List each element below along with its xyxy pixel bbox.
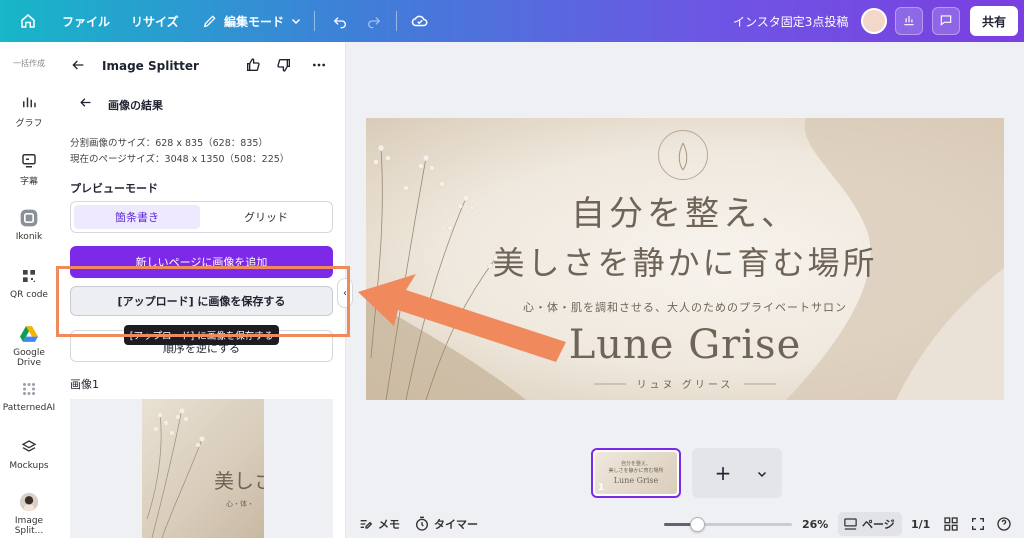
notes-icon	[358, 516, 374, 535]
undo-icon[interactable]	[328, 9, 352, 33]
page-number: 1	[598, 483, 605, 493]
comment-icon	[939, 12, 953, 31]
rail-bulk-create[interactable]: 一括作成	[0, 58, 58, 69]
rail-item-qr-code[interactable]: QR code	[0, 266, 58, 300]
chevron-down-icon[interactable]	[756, 465, 768, 484]
design-headline-1: 自分を整え、	[571, 194, 799, 234]
chevron-down-icon[interactable]	[284, 9, 308, 33]
rail-item-image-splitter[interactable]: Image Split...	[0, 492, 58, 536]
rail-item-mockups[interactable]: Mockups	[0, 437, 58, 471]
thumbs-down-icon[interactable]	[276, 57, 292, 77]
user-avatar[interactable]	[861, 8, 887, 34]
rail-item-label: Image Split...	[14, 516, 44, 536]
page-size-text: 現在のページサイズ：3048 x 1350（508：225）	[70, 154, 290, 165]
edit-mode-menu[interactable]: 編集モード	[224, 0, 284, 42]
rail-item-label: Mockups	[9, 461, 49, 471]
preview-text: 美しさ	[214, 469, 264, 493]
rail-item-label: グラフ	[15, 119, 43, 129]
rail-item-google-drive[interactable]: Google Drive	[0, 324, 58, 368]
rail-item-label: PatternedAI	[2, 403, 56, 413]
rail-item-captions[interactable]: 字幕	[0, 150, 58, 187]
app-title: Image Splitter	[102, 59, 199, 73]
help-icon[interactable]	[996, 516, 1012, 535]
back-arrow-icon[interactable]	[78, 95, 93, 114]
thumb-line-2: 美しさを静かに育む場所	[608, 468, 664, 474]
annotation-arrow	[358, 274, 566, 362]
result-heading: 画像の結果	[108, 99, 163, 112]
zoom-slider[interactable]	[664, 517, 792, 532]
divider	[396, 11, 397, 31]
pattern-icon	[19, 379, 39, 399]
ikonik-icon	[19, 208, 39, 228]
cloud-saved-icon[interactable]	[408, 9, 432, 33]
rail-item-label: QR code	[10, 290, 48, 300]
rail-item-chart[interactable]: グラフ	[0, 92, 58, 129]
caption-icon	[19, 150, 39, 170]
design-brand-kana: リュヌ グリース	[636, 380, 734, 391]
add-page-button[interactable]: +	[710, 458, 736, 488]
annotation-highlight-box	[56, 266, 350, 337]
fullscreen-icon[interactable]	[970, 516, 986, 535]
mode-list-option[interactable]: 箇条書き	[74, 205, 200, 229]
google-drive-icon	[19, 324, 39, 344]
app-avatar-icon	[19, 492, 39, 512]
rail-item-patternedai[interactable]: PatternedAI	[0, 379, 58, 413]
rail-item-ikonik[interactable]: Ikonik	[0, 208, 58, 242]
top-bar: ファイル リサイズ 編集モード インスタ固定3点投稿 共有	[0, 0, 1024, 42]
file-menu[interactable]: ファイル	[62, 0, 110, 42]
left-rail: 一括作成 グラフ 字幕 Ikonik QR code Google Drive	[0, 42, 58, 538]
divider	[314, 11, 315, 31]
page-count: 1/1	[911, 517, 931, 531]
split-size-text: 分割画像のサイズ：628 x 835（628：835）	[70, 138, 268, 149]
grid-view-icon[interactable]	[943, 516, 959, 535]
split-image-preview[interactable]: 美しさ 心・体・	[142, 399, 264, 538]
project-title[interactable]: インスタ固定3点投稿	[733, 0, 848, 42]
insights-button[interactable]	[895, 7, 923, 35]
preview-mode-heading: プレビューモード	[70, 182, 158, 195]
pencil-icon	[198, 9, 222, 33]
rail-item-label: Ikonik	[15, 232, 43, 242]
more-options-icon[interactable]	[310, 57, 328, 77]
design-logo-circle	[658, 130, 708, 180]
bottom-bar: メモ タイマー 26% ページ 1/1	[346, 510, 1024, 538]
thumbs-up-icon[interactable]	[245, 57, 261, 77]
page-thumbnail[interactable]: 自分を整え、 美しさを静かに育む場所 Lune Grise 1	[591, 448, 681, 498]
qr-icon	[19, 266, 39, 286]
pages-button[interactable]: ページ	[838, 512, 902, 536]
resize-menu[interactable]: リサイズ	[131, 0, 179, 42]
preview-small-text: 心・体・	[226, 500, 254, 508]
rail-item-label: 字幕	[19, 177, 38, 187]
back-arrow-icon[interactable]	[70, 57, 86, 77]
home-icon[interactable]	[16, 9, 40, 33]
thumb-line-1: 自分を整え、	[620, 461, 651, 467]
add-page-area: +	[692, 448, 782, 498]
timer-button[interactable]: タイマー	[434, 510, 478, 538]
zoom-slider-handle[interactable]	[690, 517, 705, 532]
share-button[interactable]: 共有	[970, 6, 1018, 36]
thumb-brand: Lune Grise	[613, 476, 659, 485]
chart-icon	[19, 92, 39, 112]
redo-icon[interactable]	[362, 9, 386, 33]
mockups-icon	[19, 437, 39, 457]
comments-button[interactable]	[932, 7, 960, 35]
rail-item-label: Google Drive	[13, 348, 45, 368]
notes-button[interactable]: メモ	[378, 510, 400, 538]
pages-icon	[843, 517, 858, 534]
bar-chart-icon	[902, 12, 916, 31]
zoom-value[interactable]: 26%	[802, 510, 828, 538]
image-label: 画像1	[70, 378, 99, 391]
preview-mode-toggle: 箇条書き グリッド	[70, 201, 333, 233]
mode-grid-option[interactable]: グリッド	[202, 205, 330, 229]
timer-icon	[414, 516, 430, 535]
pages-label: ページ	[862, 518, 895, 531]
image-preview-area: 美しさ 心・体・	[70, 399, 333, 538]
